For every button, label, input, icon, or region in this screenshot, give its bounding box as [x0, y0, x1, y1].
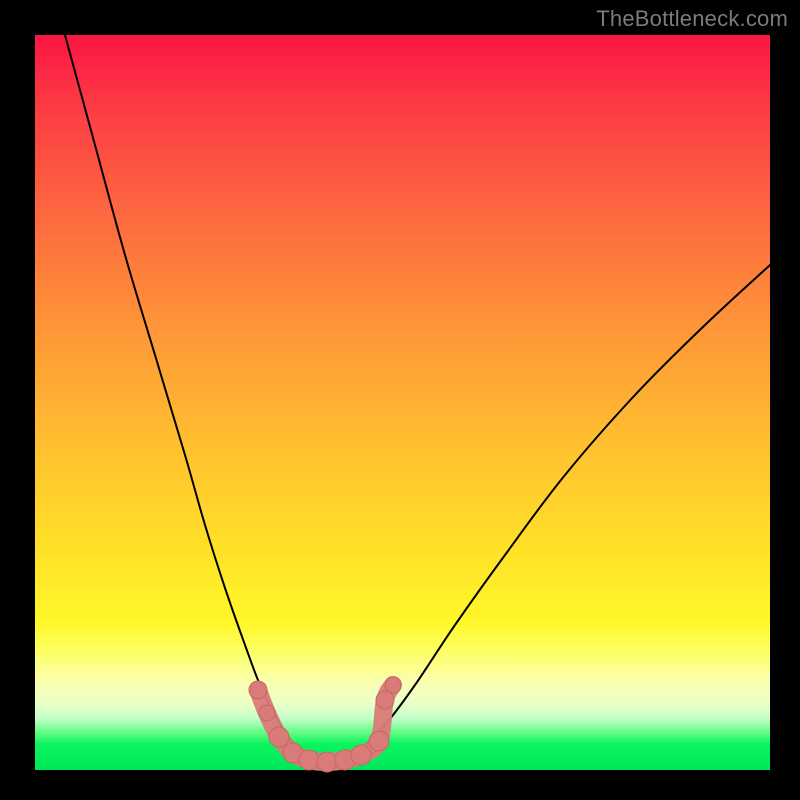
marker-dot: [351, 745, 371, 765]
marker-dot: [376, 691, 394, 709]
chart-svg: [35, 35, 770, 770]
watermark-text: TheBottleneck.com: [596, 6, 788, 32]
marker-dot: [317, 752, 337, 772]
chart-plot-area: [35, 35, 770, 770]
marker-connector: [258, 685, 393, 762]
marker-dot: [249, 681, 267, 699]
series-left-curve: [65, 35, 317, 759]
marker-dot: [269, 727, 289, 747]
marker-dot: [369, 731, 389, 751]
chart-frame: TheBottleneck.com: [0, 0, 800, 800]
marker-dot: [385, 677, 401, 693]
marker-dot: [259, 705, 275, 721]
series-right-curve: [349, 265, 770, 755]
marker-dot: [299, 750, 319, 770]
